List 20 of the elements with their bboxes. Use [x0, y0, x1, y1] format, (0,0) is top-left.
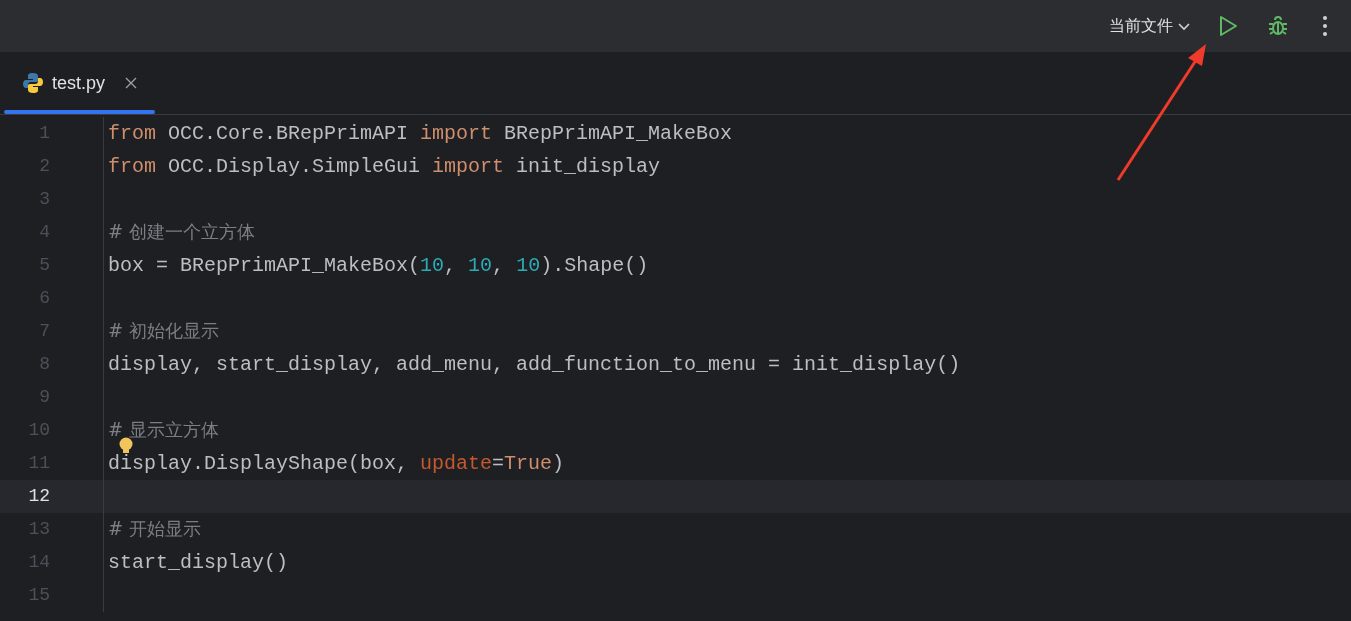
- code-line: from OCC.Display.SimpleGui import init_display: [108, 153, 661, 180]
- code-line: # 开始显示: [108, 516, 201, 541]
- code-line: # 初始化显示: [108, 318, 219, 343]
- code-line: from OCC.Core.BRepPrimAPI import BRepPrimAPI_MakeBox: [108, 120, 733, 147]
- bug-icon: [1266, 14, 1290, 38]
- run-config-dropdown[interactable]: 当前文件: [1109, 14, 1191, 38]
- file-tab[interactable]: test.py: [0, 52, 154, 114]
- python-icon: [22, 72, 44, 94]
- code-line: box = BRepPrimAPI_MakeBox(10, 10, 10).Shape(): [108, 252, 649, 279]
- close-icon[interactable]: [125, 77, 138, 89]
- code-line: start_display(): [108, 549, 289, 576]
- play-icon: [1218, 15, 1238, 37]
- code-line: display, start_display, add_menu, add_function_to_menu = init_display(): [108, 351, 961, 378]
- more-vertical-icon: [1322, 15, 1328, 37]
- tab-label: test.py: [52, 71, 106, 95]
- lightbulb-icon[interactable]: [118, 437, 134, 455]
- line-number: 12: [27, 485, 50, 508]
- code-line: display.DisplayShape(box, update=True): [108, 450, 565, 477]
- code-line: # 显示立方体: [108, 417, 219, 442]
- code-line: # 创建一个立方体: [108, 219, 255, 244]
